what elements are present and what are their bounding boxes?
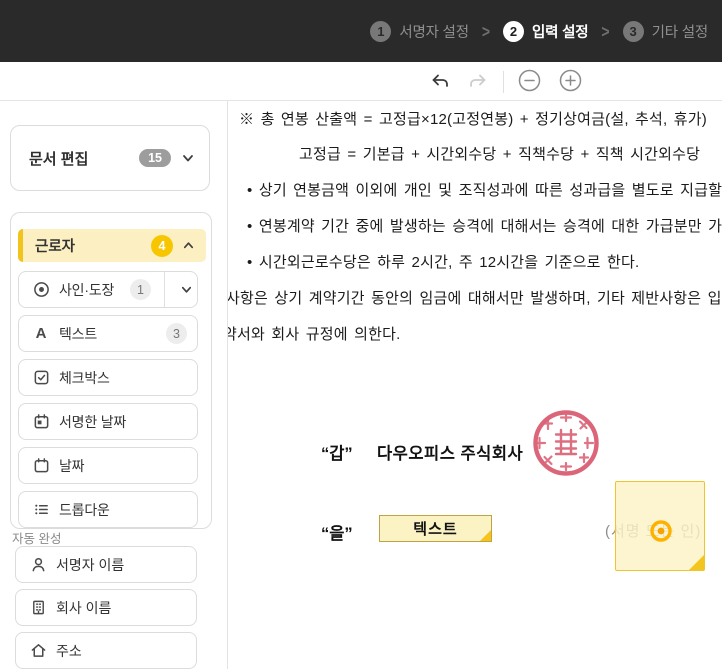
field-fold-corner	[689, 555, 704, 570]
dropdown-list-icon	[32, 501, 50, 519]
sidebar-item-text[interactable]: A 텍스트 3	[18, 315, 198, 352]
sidebar-item-label: 드롭다운	[59, 500, 110, 520]
contract-text-line: • 시간외근로수당은 하루 2시간, 주 12시간을 기준으로 한다.	[247, 251, 639, 272]
contract-text-line: • 상기 연봉금액 이외에 개인 및 조직성과에 따른 성과급을 별도로 지급할…	[247, 179, 722, 200]
undo-button[interactable]	[428, 70, 452, 94]
text-icon: A	[32, 325, 50, 343]
chevron-right-icon: >	[601, 21, 609, 41]
contract-text-line: 고정급 = 기본급 + 시간외수당 + 직책수당 + 직책 시간외수당	[299, 143, 700, 164]
signature-field[interactable]	[615, 481, 705, 571]
contract-text-line: 약서와 회사 규정에 의한다.	[228, 323, 400, 344]
doc-edit-count-badge: 15	[139, 149, 171, 167]
step-1-label: 서명자 설정	[399, 21, 469, 42]
sidebar-item-checkbox[interactable]: 체크박스	[18, 359, 198, 396]
redo-icon	[468, 71, 488, 94]
step-input-setup[interactable]: 2 입력 설정	[503, 21, 588, 42]
text-input-field[interactable]: 텍스트	[379, 515, 492, 542]
step-signer-setup[interactable]: 1 서명자 설정	[370, 21, 469, 42]
doc-edit-dropdown[interactable]: 문서 편집 15	[10, 125, 210, 191]
chevron-down-icon[interactable]	[175, 272, 198, 307]
document-toolbar	[0, 62, 722, 101]
chevron-right-icon: >	[482, 21, 490, 41]
sidebar-item-signed-date[interactable]: 서명한 날짜	[18, 403, 198, 440]
party-a-company-name: 다우오피스 주식회사	[377, 440, 523, 464]
auto-complete-section-label: 자동 완성	[12, 528, 61, 547]
step-3-circle: 3	[623, 21, 644, 42]
chevron-down-icon	[181, 151, 195, 165]
checkbox-icon	[32, 369, 50, 387]
sidebar-item-label: 회사 이름	[56, 598, 111, 618]
step-2-circle: 2	[503, 21, 524, 42]
sidebar-item-company-name[interactable]: 회사 이름	[15, 589, 197, 626]
sidebar-item-sign-stamp[interactable]: 사인·도장 1	[18, 271, 198, 308]
zoom-out-button[interactable]	[517, 70, 541, 94]
sidebar-item-address[interactable]: 주소	[15, 632, 197, 669]
field-sidebar: 문서 편집 15 근로자 4	[0, 101, 228, 669]
text-field-label: 텍스트	[413, 518, 457, 539]
sign-stamp-count-badge: 1	[130, 279, 151, 300]
home-icon	[29, 642, 47, 660]
sidebar-item-label: 날짜	[59, 456, 84, 476]
zoom-out-icon	[518, 69, 541, 95]
calendar-signed-icon	[32, 413, 50, 431]
building-icon	[29, 599, 47, 617]
sidebar-item-label: 사인·도장	[59, 280, 114, 300]
sidebar-item-label: 텍스트	[59, 324, 97, 344]
stamp-target-icon	[649, 519, 673, 548]
signer-group-header[interactable]: 근로자 4	[18, 229, 206, 262]
undo-icon	[430, 71, 450, 94]
sidebar-item-label: 체크박스	[59, 368, 110, 388]
contract-text-line: 사항은 상기 계약기간 동안의 임금에 대해서만 발생하며, 기타 제반사항은 …	[228, 287, 722, 308]
stamp-radio-icon	[32, 281, 50, 299]
zoom-in-icon	[559, 69, 582, 95]
person-icon	[29, 556, 47, 574]
sidebar-item-label: 서명한 날짜	[59, 412, 126, 432]
redo-button[interactable]	[466, 70, 490, 94]
esign-input-setup-window: 1 서명자 설정 > 2 입력 설정 > 3 기타 설정	[0, 0, 722, 669]
main-body: 문서 편집 15 근로자 4	[0, 101, 722, 669]
party-b-label: “을”	[321, 520, 353, 544]
group-accent-bar	[18, 229, 23, 262]
chevron-up-icon	[182, 239, 195, 252]
sidebar-item-label: 서명자 이름	[56, 555, 124, 575]
zoom-in-button[interactable]	[558, 70, 582, 94]
step-2-label: 입력 설정	[532, 21, 588, 42]
step-1-circle: 1	[370, 21, 391, 42]
step-indicator: 1 서명자 설정 > 2 입력 설정 > 3 기타 설정	[370, 21, 708, 42]
party-a-label: “갑”	[321, 440, 353, 464]
sidebar-item-dropdown[interactable]: 드롭다운	[18, 491, 198, 528]
signer-group-label: 근로자	[35, 235, 151, 256]
sidebar-item-signer-name[interactable]: 서명자 이름	[15, 546, 197, 583]
sidebar-item-date[interactable]: 날짜	[18, 447, 198, 484]
signer-group-count-badge: 4	[151, 235, 173, 257]
signer-field-group: 근로자 4 사인·도장 1	[10, 212, 212, 529]
doc-edit-label: 문서 편집	[29, 148, 139, 169]
calendar-icon	[32, 457, 50, 475]
step-etc-setup[interactable]: 3 기타 설정	[623, 21, 708, 42]
sidebar-item-label: 주소	[56, 641, 82, 661]
text-count-badge: 3	[166, 323, 187, 344]
step-3-label: 기타 설정	[652, 21, 708, 42]
document-canvas: ※ 총 연봉 산출액 = 고정급×12(고정연봉) + 정기상여금(설, 추석,…	[228, 101, 722, 669]
toolbar-divider	[503, 71, 504, 93]
wizard-header: 1 서명자 설정 > 2 입력 설정 > 3 기타 설정	[0, 0, 722, 62]
contract-text-line: ※ 총 연봉 산출액 = 고정급×12(고정연봉) + 정기상여금(설, 추석,…	[239, 108, 707, 129]
company-seal-stamp	[531, 408, 601, 478]
contract-text-line: • 연봉계약 기간 중에 발생하는 승격에 대해서는 승격에 대한 가급분만 가…	[247, 215, 722, 236]
field-fold-corner	[480, 530, 491, 541]
item-divider	[164, 272, 165, 307]
